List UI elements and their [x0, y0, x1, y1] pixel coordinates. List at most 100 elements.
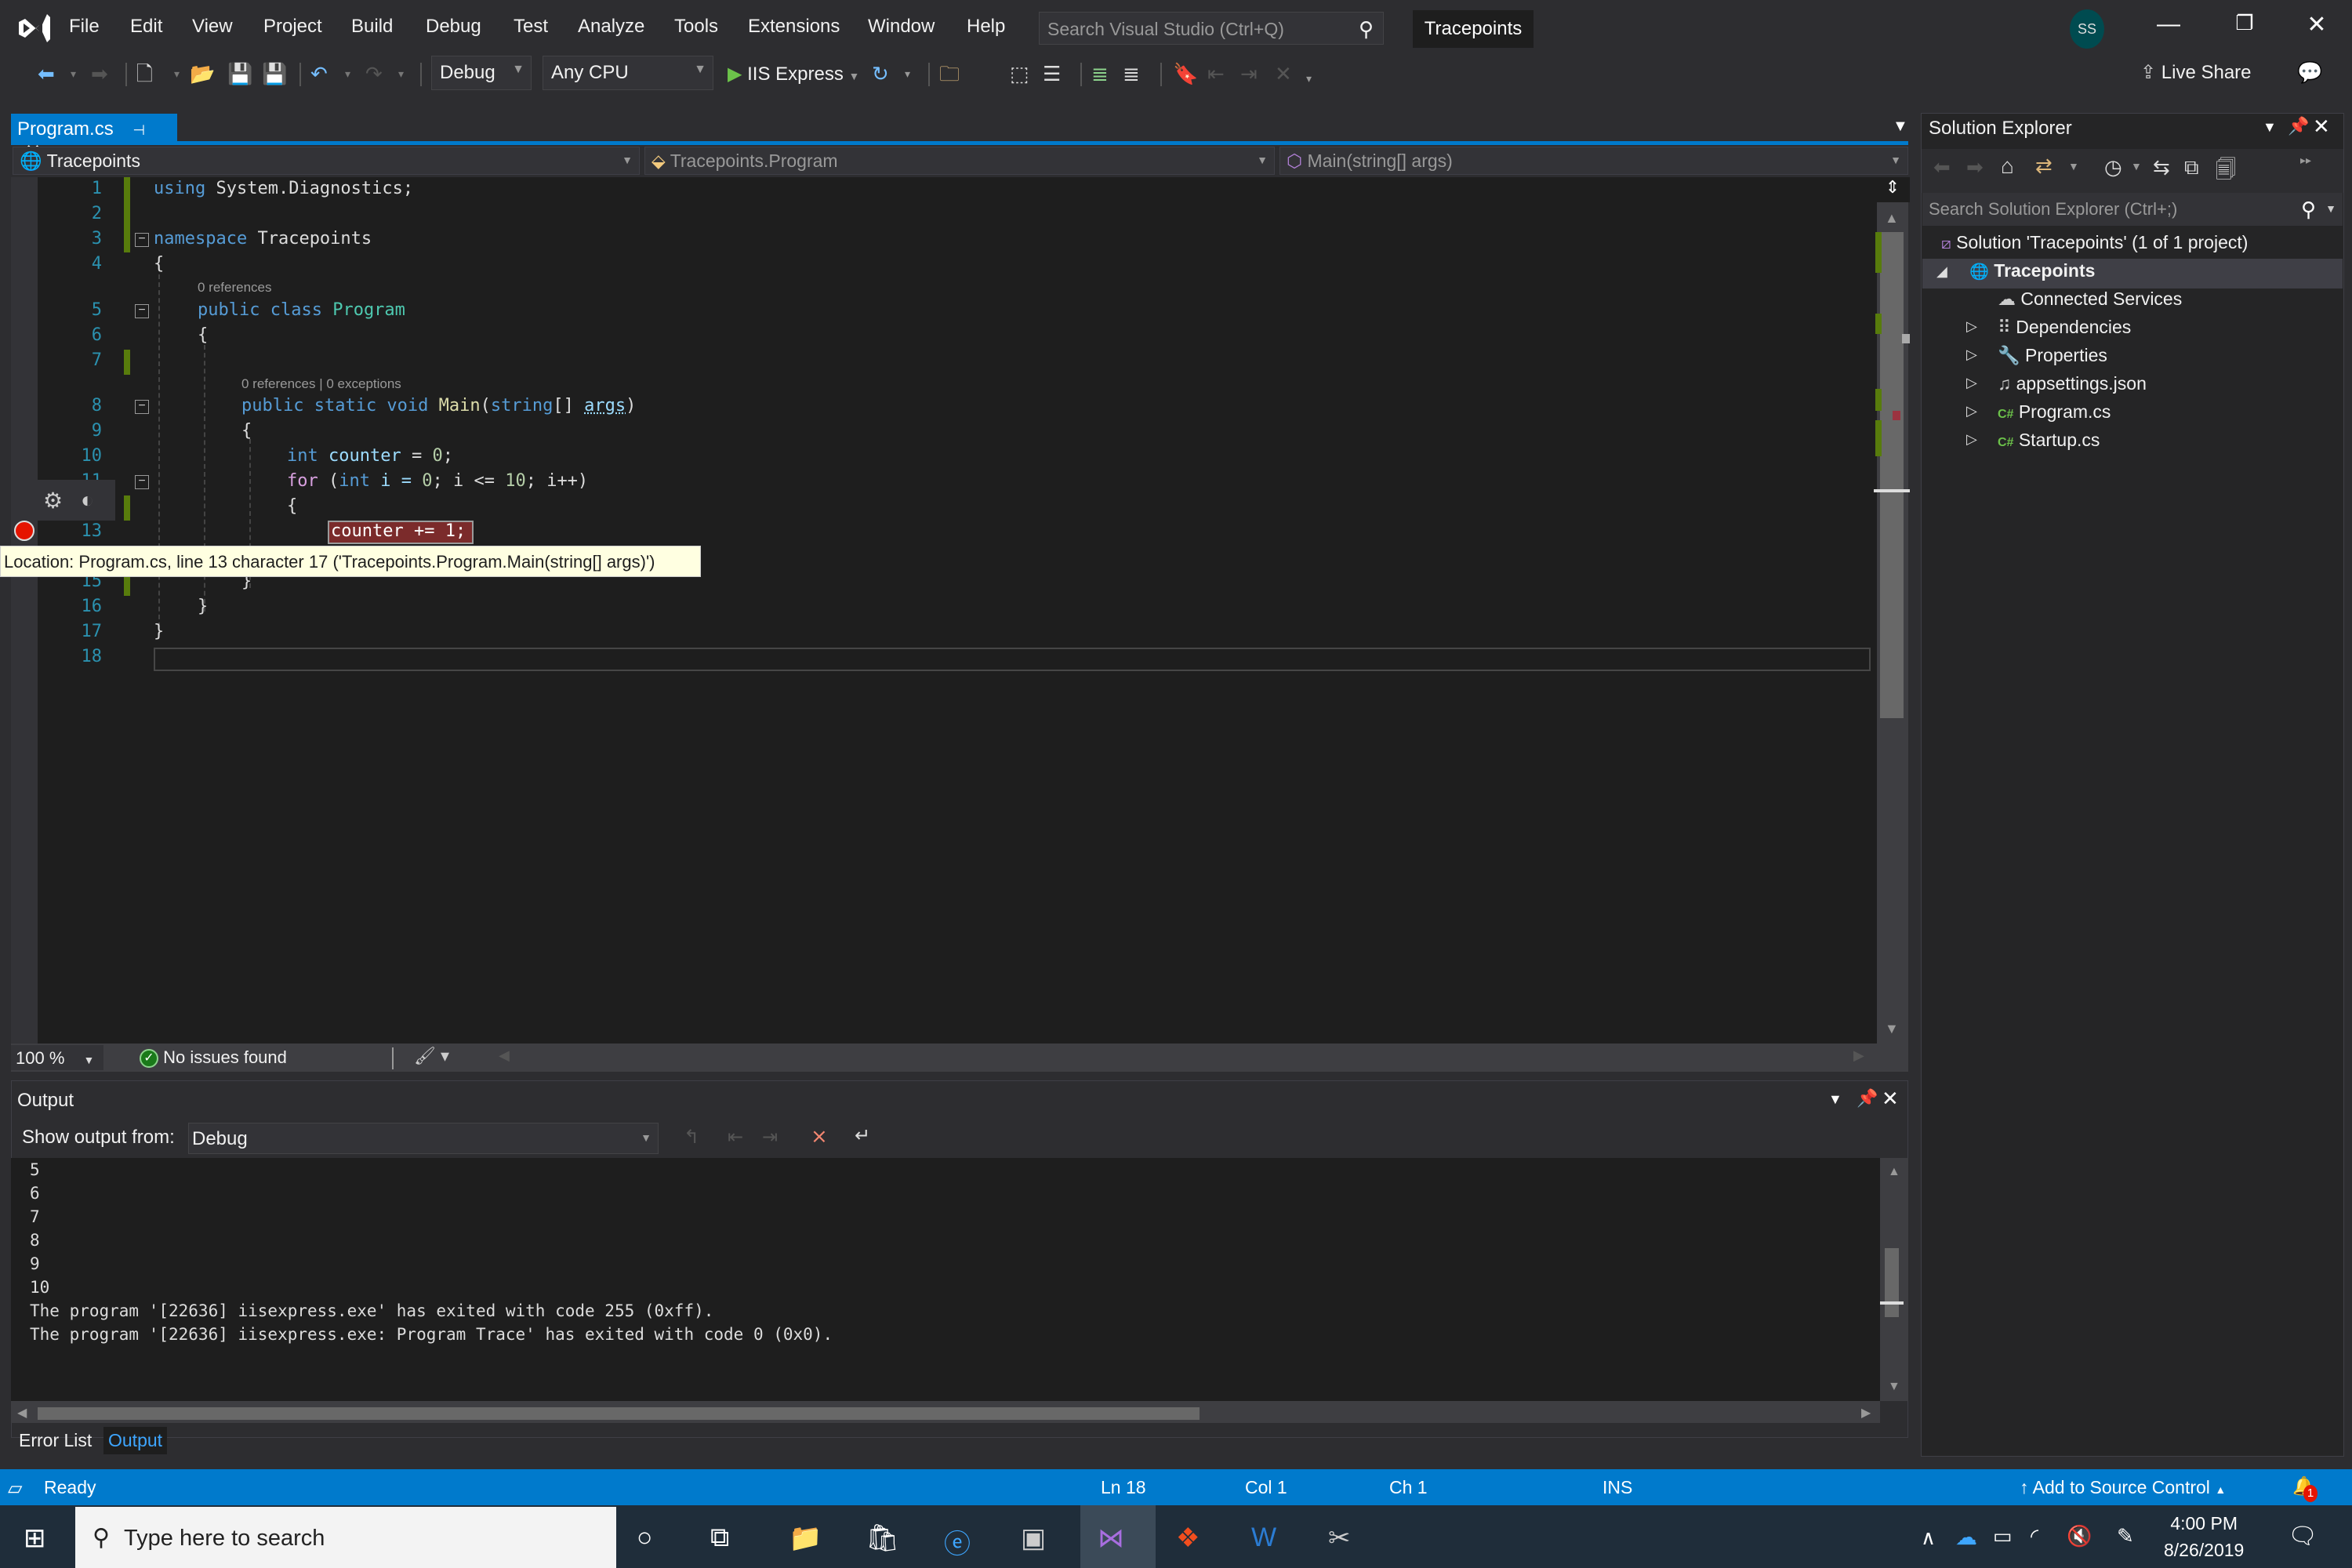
- open-file-icon[interactable]: 📂: [190, 60, 215, 88]
- save-icon[interactable]: 💾: [227, 60, 252, 88]
- project-navigation-select[interactable]: 🌐 Tracepoints ▼: [13, 147, 640, 175]
- pin-tab-icon[interactable]: ⊣: [132, 122, 145, 138]
- show-all-files-icon[interactable]: 🗐: [2216, 155, 2236, 190]
- pin-panel-icon[interactable]: 📌: [1857, 1088, 1878, 1109]
- figma-icon[interactable]: ❖: [1176, 1523, 1200, 1554]
- cortana-icon[interactable]: ○: [637, 1523, 653, 1553]
- tree-item-program-cs[interactable]: C# Program.cs: [1998, 401, 2111, 423]
- toolbar-overflow-icon[interactable]: ▾: [1306, 64, 1312, 93]
- microsoft-store-icon[interactable]: 🛍: [866, 1523, 899, 1554]
- menu-help[interactable]: Help: [967, 16, 1005, 38]
- scroll-right-icon[interactable]: ▶: [1861, 1405, 1871, 1421]
- split-editor-icon[interactable]: ⇕: [1875, 177, 1910, 202]
- previous-bookmark-icon[interactable]: ⇤: [1207, 60, 1225, 88]
- output-source-select[interactable]: Debug ▼: [188, 1123, 659, 1154]
- scroll-down-icon[interactable]: ▼: [1885, 1021, 1899, 1037]
- word-wrap-icon[interactable]: ↵: [855, 1124, 870, 1147]
- clear-bookmarks-icon[interactable]: ✕: [1275, 60, 1292, 88]
- battery-icon[interactable]: ▭: [1993, 1524, 2013, 1548]
- onedrive-icon[interactable]: ☁: [1955, 1524, 1977, 1550]
- sync-with-active-document-icon[interactable]: ⇆: [2153, 155, 2170, 180]
- disable-breakpoint-icon[interactable]: ◐: [81, 488, 94, 513]
- chevron-down-icon[interactable]: ▼: [2068, 160, 2079, 172]
- tree-item-startup-cs[interactable]: C# Startup.cs: [1998, 430, 2100, 451]
- file-explorer-icon[interactable]: 📁: [789, 1523, 822, 1554]
- new-item-dropdown-icon[interactable]: ▾: [174, 60, 180, 88]
- terminal-icon[interactable]: ▣: [1021, 1523, 1046, 1554]
- refresh-icon[interactable]: ↻: [872, 60, 889, 88]
- tree-item-solution[interactable]: ⧄ Solution 'Tracepoints' (1 of 1 project…: [1941, 232, 2248, 253]
- search-solution-explorer-input[interactable]: Search Solution Explorer (Ctrl+;) ⚲ ▼: [1922, 193, 2343, 226]
- outline-icon[interactable]: ☰: [1043, 60, 1061, 88]
- scrollbar-thumb[interactable]: [1880, 232, 1904, 718]
- edge-dev-icon[interactable]: ⓔ: [944, 1523, 971, 1561]
- feedback-icon[interactable]: 💬: [2297, 58, 2322, 86]
- expand-arrow-icon[interactable]: ▷: [1966, 375, 1977, 391]
- collapse-arrow-icon[interactable]: ◢: [1936, 263, 1947, 280]
- snipping-tool-icon[interactable]: ✂: [1328, 1523, 1351, 1554]
- tree-item-appsettings[interactable]: ♫ appsettings.json: [1998, 373, 2147, 394]
- expand-arrow-icon[interactable]: ▷: [1966, 403, 1977, 419]
- windows-start-icon[interactable]: ⊞: [24, 1523, 46, 1554]
- collapse-for-icon[interactable]: −: [135, 475, 149, 489]
- expand-arrow-icon[interactable]: ▷: [1966, 318, 1977, 335]
- menu-analyze[interactable]: Analyze: [578, 16, 644, 38]
- menu-view[interactable]: View: [192, 16, 233, 38]
- member-navigation-select[interactable]: ⬡ Main(string[] args) ▼: [1279, 147, 1908, 175]
- menu-test[interactable]: Test: [514, 16, 548, 38]
- type-navigation-select[interactable]: ⬙ Tracepoints.Program ▼: [644, 147, 1275, 175]
- account-avatar[interactable]: SS: [2070, 9, 2104, 49]
- tab-output[interactable]: Output: [103, 1427, 168, 1454]
- menu-window[interactable]: Window: [868, 16, 935, 38]
- panel-options-icon[interactable]: ▼: [2263, 119, 2277, 136]
- find-in-files-icon[interactable]: 🗀: [939, 60, 960, 88]
- solution-configuration-select[interactable]: Debug ▼: [431, 56, 532, 90]
- expand-arrow-icon[interactable]: ▷: [1966, 347, 1977, 363]
- navigate-forward-icon[interactable]: ➡: [91, 60, 108, 88]
- switch-views-icon[interactable]: ⇄: [2035, 154, 2053, 178]
- breakpoint-icon[interactable]: [14, 521, 34, 541]
- menu-project[interactable]: Project: [263, 16, 322, 38]
- scroll-down-icon[interactable]: ▼: [1888, 1380, 1900, 1394]
- undo-icon[interactable]: ↶: [310, 60, 328, 88]
- breakpoint-settings-icon[interactable]: ⚙: [43, 488, 63, 514]
- tree-item-project[interactable]: 🌐 Tracepoints: [1969, 260, 2095, 281]
- tree-item-connected-services[interactable]: ☁ Connected Services: [1998, 289, 2182, 310]
- next-bookmark-icon[interactable]: ⇥: [1240, 60, 1258, 88]
- panel-options-icon[interactable]: ▼: [1828, 1091, 1842, 1108]
- previous-message-icon[interactable]: ⇤: [728, 1126, 743, 1149]
- refresh-dropdown-icon[interactable]: ▾: [905, 60, 910, 88]
- scroll-left-icon[interactable]: ◀: [17, 1405, 27, 1421]
- code-cleanup-icon[interactable]: 🖌 ▾: [414, 1046, 449, 1066]
- live-share-button[interactable]: ⇪ Live Share: [2140, 61, 2252, 84]
- expand-arrow-icon[interactable]: ▷: [1966, 431, 1977, 448]
- output-text[interactable]: 5 6 7 8 9 10 The program '[22636] iisexp…: [11, 1158, 1880, 1401]
- close-panel-icon[interactable]: ✕: [2313, 114, 2330, 139]
- tab-list-dropdown-icon[interactable]: ▼: [1893, 118, 1908, 136]
- find-message-icon[interactable]: ↰: [684, 1126, 699, 1149]
- home-icon[interactable]: ⌂: [2001, 154, 2014, 179]
- pending-changes-icon[interactable]: ◷: [2104, 155, 2122, 180]
- back-dropdown-icon[interactable]: ▾: [71, 60, 76, 88]
- save-all-icon[interactable]: 💾: [262, 60, 287, 88]
- taskbar-search-input[interactable]: ⚲ Type here to search: [75, 1507, 616, 1568]
- menu-tools[interactable]: Tools: [674, 16, 718, 38]
- search-options-icon[interactable]: ▼: [2325, 202, 2336, 215]
- menu-extensions[interactable]: Extensions: [748, 16, 840, 38]
- zoom-level-select[interactable]: 100 % ▼: [11, 1045, 103, 1070]
- menu-edit[interactable]: Edit: [130, 16, 162, 38]
- visual-studio-taskbar-icon[interactable]: ⋈: [1098, 1523, 1124, 1554]
- solution-platform-select[interactable]: Any CPU ▼: [543, 56, 713, 90]
- collapse-method-icon[interactable]: −: [135, 400, 149, 414]
- volume-muted-icon[interactable]: 🔇: [2067, 1524, 2092, 1548]
- taskbar-clock[interactable]: 4:00 PM 8/26/2019: [2164, 1510, 2244, 1563]
- redo-dropdown-icon[interactable]: ▾: [398, 60, 404, 88]
- collapse-all-icon[interactable]: ⧉: [2184, 155, 2199, 180]
- select-element-icon[interactable]: ⬚: [1010, 60, 1029, 88]
- start-debugging-button[interactable]: ▶ IIS Express ▼: [728, 63, 859, 85]
- next-message-icon[interactable]: ⇥: [762, 1126, 778, 1149]
- clear-all-icon[interactable]: ⨯: [811, 1124, 828, 1149]
- scrollbar-thumb[interactable]: [38, 1407, 1200, 1420]
- tab-error-list[interactable]: Error List: [14, 1427, 96, 1454]
- scrollbar-thumb[interactable]: [1885, 1248, 1899, 1317]
